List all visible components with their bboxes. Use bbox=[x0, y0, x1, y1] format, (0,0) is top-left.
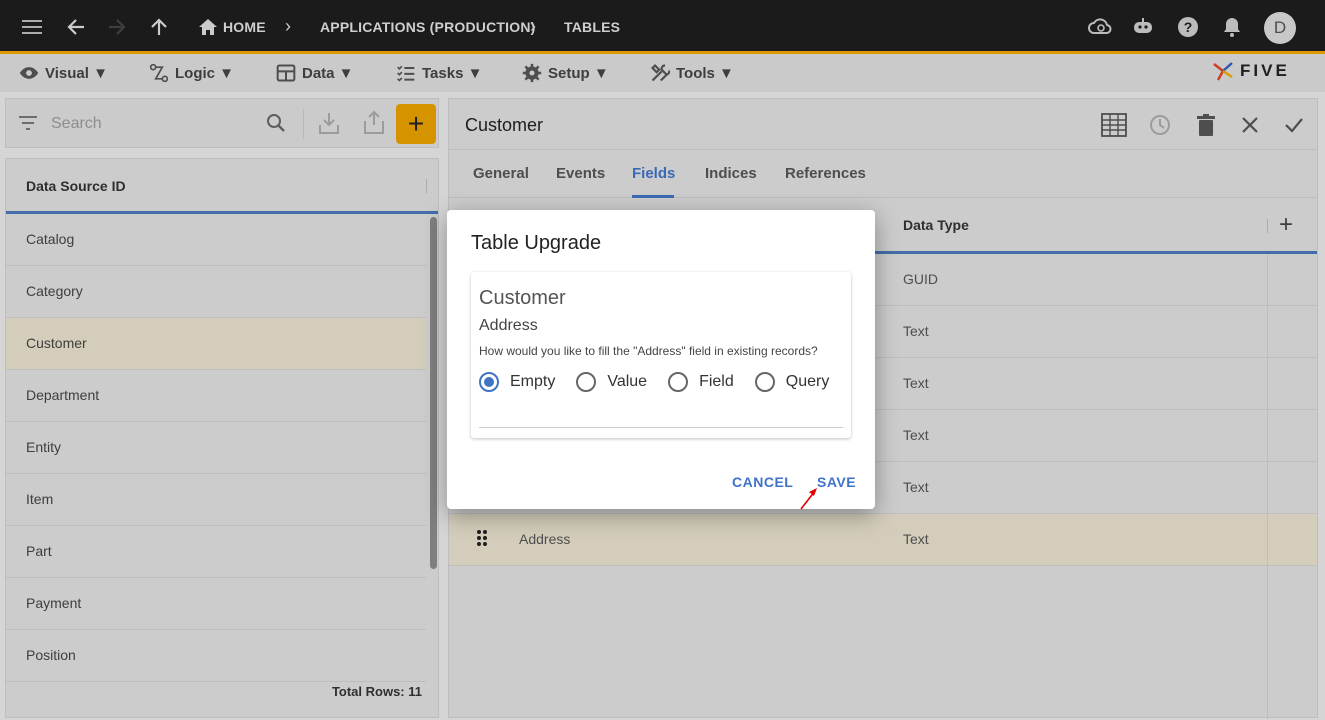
card-divider bbox=[479, 427, 843, 428]
radio-value[interactable]: Value bbox=[576, 372, 647, 392]
fill-question: How would you like to fill the "Address"… bbox=[479, 344, 818, 358]
radio-unchecked-icon bbox=[576, 372, 597, 392]
upgrade-field-card: Customer Address How would you like to f… bbox=[471, 272, 851, 438]
radio-field[interactable]: Field bbox=[668, 372, 734, 392]
fill-option-group: Empty Value Field Query bbox=[479, 372, 850, 392]
annotation-arrow-icon bbox=[800, 488, 817, 510]
dialog-title: Table Upgrade bbox=[471, 232, 602, 254]
radio-checked-icon bbox=[479, 372, 499, 392]
table-upgrade-dialog: Table Upgrade Customer Address How would… bbox=[447, 210, 875, 509]
cancel-button[interactable]: CANCEL bbox=[732, 474, 793, 490]
radio-empty[interactable]: Empty bbox=[479, 372, 555, 392]
radio-unchecked-icon bbox=[668, 372, 689, 392]
save-button[interactable]: SAVE bbox=[817, 474, 856, 490]
entity-name: Customer bbox=[479, 287, 566, 309]
radio-unchecked-icon bbox=[754, 372, 775, 392]
radio-query[interactable]: Query bbox=[754, 372, 829, 392]
field-name: Address bbox=[479, 317, 538, 334]
